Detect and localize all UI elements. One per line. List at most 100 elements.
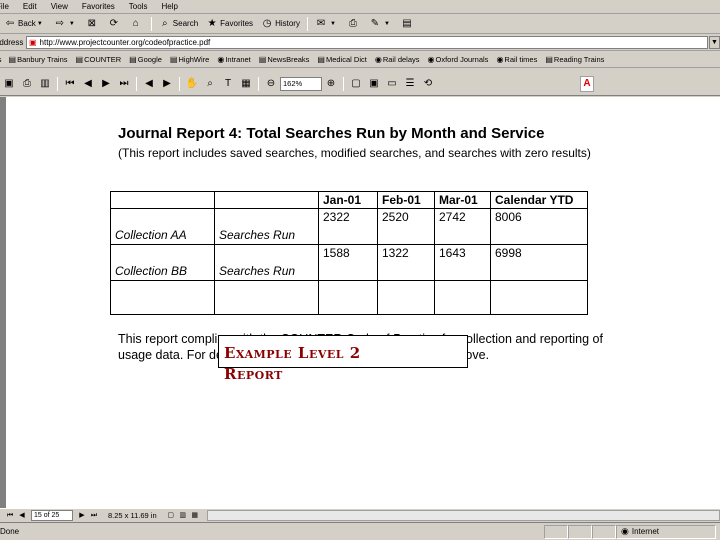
fit-width-icon[interactable]: ▭ bbox=[384, 76, 400, 92]
address-label: Address bbox=[0, 37, 24, 47]
search-icon: ⌕ bbox=[161, 17, 168, 29]
empty-cell bbox=[434, 280, 491, 315]
menu-view[interactable]: View bbox=[44, 2, 75, 11]
first-page-icon[interactable]: ⏮ bbox=[4, 510, 16, 521]
previous-page-icon[interactable]: ◀ bbox=[80, 76, 96, 92]
table-row: Collection BB Searches Run 1588 1322 164… bbox=[110, 244, 588, 281]
last-page-icon[interactable]: ⏭ bbox=[88, 510, 100, 521]
address-input[interactable]: ▣ http://www.projectcounter.org/codeofpr… bbox=[25, 35, 709, 49]
print-button[interactable]: ⎙ bbox=[343, 15, 365, 33]
empty-cell bbox=[377, 280, 435, 315]
menu-tools[interactable]: Tools bbox=[122, 2, 155, 11]
reflow-icon[interactable]: ☰ bbox=[402, 76, 418, 92]
hand-tool-icon[interactable]: ✋ bbox=[184, 76, 200, 92]
menu-file[interactable]: File bbox=[0, 2, 16, 11]
document-icon: ▤ bbox=[402, 17, 412, 29]
horizontal-scrollbar[interactable] bbox=[206, 510, 720, 521]
next-view-icon[interactable]: ▶ bbox=[159, 76, 175, 92]
search-button[interactable]: ⌕ Search bbox=[155, 15, 202, 33]
previous-view-icon[interactable]: ◀ bbox=[141, 76, 157, 92]
chevron-down-icon: ▼ bbox=[329, 20, 336, 27]
globe-icon: ◉ bbox=[621, 526, 629, 536]
home-button[interactable]: ⌂ bbox=[126, 15, 148, 33]
pdf-status-bar: ⏮ ◀ 15 of 25 ▶ ⏭ 8.25 x 11.69 in ▢ ▥ ▦ bbox=[0, 508, 720, 522]
table-header bbox=[214, 191, 319, 209]
link-rail-times[interactable]: ◉ Rail times bbox=[492, 55, 541, 64]
link-reading-trains[interactable]: ▤ Reading Trains bbox=[541, 55, 608, 64]
stop-button[interactable]: ⊠ bbox=[82, 15, 104, 33]
continuous-layout-icon[interactable]: ▥ bbox=[177, 510, 189, 521]
browser-status-bar: Done ◉ Internet bbox=[0, 522, 720, 540]
link-google[interactable]: ▤ Google bbox=[125, 55, 166, 64]
forward-arrow-icon: ⇨ bbox=[55, 17, 64, 29]
toolbar-separator bbox=[306, 16, 308, 31]
discuss-button[interactable]: ▤ bbox=[397, 15, 419, 33]
status-cell bbox=[544, 524, 568, 539]
table-header: Mar-01 bbox=[434, 191, 491, 209]
last-page-icon[interactable]: ⏭ bbox=[116, 76, 132, 92]
menu-favorites[interactable]: Favorites bbox=[75, 2, 122, 11]
pdf-toolbar: ▣ ⎙ ▥ ⏮ ◀ ▶ ⏭ ◀ ▶ ✋ ⌕ T ▦ ⊖ 162% ⊕ ▢ ▣ ▭… bbox=[0, 72, 720, 96]
link-intranet[interactable]: ◉ Intranet bbox=[213, 55, 254, 64]
link-highwire[interactable]: ▤ HighWire bbox=[166, 55, 213, 64]
rotate-icon[interactable]: ⟲ bbox=[420, 76, 436, 92]
bookmarks-icon[interactable]: ▥ bbox=[37, 76, 53, 92]
zoom-in-icon[interactable]: ⊕ bbox=[323, 76, 339, 92]
mail-icon: ✉ bbox=[316, 17, 326, 29]
zoom-out-icon[interactable]: ⊖ bbox=[263, 76, 279, 92]
forward-button[interactable]: ⇨ ▼ bbox=[50, 15, 82, 33]
pdf-page-icon: ▣ bbox=[28, 37, 37, 47]
pdf-page: Journal Report 4: Total Searches Run by … bbox=[6, 97, 720, 508]
zoom-field[interactable]: 162% bbox=[280, 76, 322, 91]
link-medical-dict[interactable]: ▤ Medical Dict bbox=[313, 55, 370, 64]
link-counter[interactable]: ▤ COUNTER bbox=[72, 55, 126, 64]
save-icon[interactable]: ▣ bbox=[1, 76, 17, 92]
pdf-viewer: Journal Report 4: Total Searches Run by … bbox=[0, 97, 720, 508]
collection-cell: Collection AA bbox=[110, 208, 215, 245]
table-header: Calendar YTD bbox=[490, 191, 588, 209]
value-cell: 2742 bbox=[434, 208, 491, 245]
page-icon: ▤ bbox=[258, 54, 267, 64]
next-page-icon[interactable]: ▶ bbox=[76, 510, 88, 521]
first-page-icon[interactable]: ⏮ bbox=[62, 76, 78, 92]
link-banbury-trains[interactable]: ▤ Banbury Trains bbox=[5, 55, 72, 64]
actual-size-icon[interactable]: ▢ bbox=[348, 76, 364, 92]
favorites-icon: ★ bbox=[207, 17, 217, 29]
refresh-button[interactable]: ⟳ bbox=[104, 15, 126, 33]
address-dropdown-button[interactable]: ▼ bbox=[709, 35, 720, 49]
zoom-tool-icon[interactable]: ⌕ bbox=[202, 76, 218, 92]
facing-layout-icon[interactable]: ▦ bbox=[189, 510, 201, 521]
back-button[interactable]: ⇦ Back ▼ bbox=[0, 15, 50, 33]
empty-cell bbox=[110, 280, 215, 315]
status-cell bbox=[568, 524, 592, 539]
page-layout-icon[interactable]: ▢ bbox=[165, 510, 177, 521]
history-button[interactable]: ◷ History bbox=[257, 15, 304, 33]
menu-help[interactable]: Help bbox=[154, 2, 184, 11]
select-text-icon[interactable]: T bbox=[220, 76, 236, 92]
page-icon: ▤ bbox=[169, 54, 178, 64]
report-title: Journal Report 4: Total Searches Run by … bbox=[118, 125, 545, 142]
print-icon[interactable]: ⎙ bbox=[19, 76, 35, 92]
link-rail-delays[interactable]: ◉ Rail delays bbox=[371, 55, 424, 64]
previous-page-icon[interactable]: ◀ bbox=[16, 510, 28, 521]
menu-bar: File Edit View Favorites Tools Help bbox=[0, 0, 720, 14]
favorites-button[interactable]: ★ Favorites bbox=[202, 15, 257, 33]
caption-label: Example Level 2 Report bbox=[224, 344, 361, 383]
fit-page-icon[interactable]: ▣ bbox=[366, 76, 382, 92]
print-icon: ⎙ bbox=[348, 17, 357, 29]
page-icon: ▤ bbox=[317, 54, 325, 64]
page-number-field[interactable]: 15 of 25 bbox=[31, 510, 73, 521]
links-bar: ks ▤Banbury Trains ▤COUNTER ▤Google ▤Hig… bbox=[0, 51, 720, 68]
link-newsbreaks[interactable]: ▤ NewsBreaks bbox=[255, 55, 314, 64]
next-page-icon[interactable]: ▶ bbox=[98, 76, 114, 92]
globe-icon: ◉ bbox=[217, 54, 225, 64]
menu-edit[interactable]: Edit bbox=[16, 2, 44, 11]
value-cell: 1588 bbox=[318, 244, 378, 281]
edit-button[interactable]: ✎ ▼ bbox=[365, 15, 397, 33]
select-graphics-icon[interactable]: ▦ bbox=[238, 76, 254, 92]
back-arrow-icon: ⇦ bbox=[5, 17, 15, 29]
toolbar-separator bbox=[343, 76, 344, 91]
mail-button[interactable]: ✉ ▼ bbox=[311, 15, 343, 33]
link-oxford-journals[interactable]: ◉ Oxford Journals bbox=[424, 55, 493, 64]
value-cell: 1643 bbox=[434, 244, 491, 281]
